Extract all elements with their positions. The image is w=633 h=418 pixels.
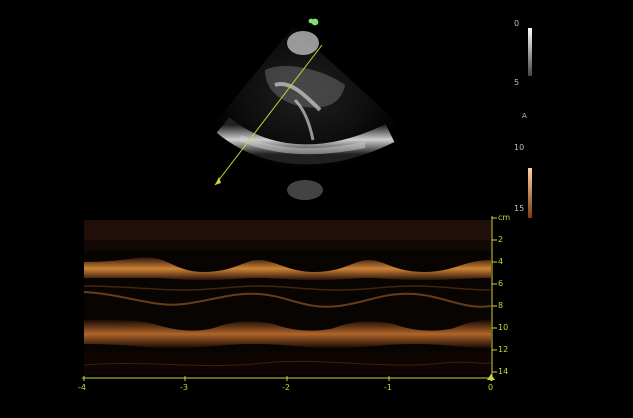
depth-scale-10-label: 10 (514, 143, 525, 152)
depth-tick-2: 2 (498, 235, 504, 244)
depth-tick-4: 4 (498, 257, 504, 266)
depth-scale-15-label: 15 (514, 204, 525, 213)
orange-scale-bar (528, 168, 532, 218)
time-tick-minus-4: -4 (78, 383, 86, 392)
sector-depth-scale: 0 5 10 15 A (500, 16, 540, 216)
depth-scale-marker: A (522, 112, 527, 120)
depth-scale-0-label: 0 (514, 19, 520, 28)
grayscale-bar (528, 28, 532, 76)
depth-scale-5-label: 5 (514, 78, 520, 87)
echo-2d-sector-image (213, 18, 400, 200)
depth-tick-6: 6 (498, 279, 504, 288)
m-mode-depth-axis: cm 2 4 6 8 10 12 14 (490, 213, 520, 381)
depth-tick-10: 10 (498, 323, 509, 332)
time-tick-minus-2: -2 (282, 383, 290, 392)
ultrasound-viewer: 0 5 10 15 A cm 2 4 6 8 10 12 14 -4 -3 -2… (0, 0, 633, 418)
time-tick-minus-3: -3 (180, 383, 188, 392)
time-axis: -4 -3 -2 -1 0 (78, 374, 500, 394)
depth-tick-12: 12 (498, 345, 509, 354)
time-tick-0: 0 (488, 383, 494, 392)
time-axis-ticks (82, 374, 495, 381)
m-mode-image (84, 220, 491, 375)
depth-unit-label: cm (498, 213, 511, 222)
depth-tick-8: 8 (498, 301, 504, 310)
depth-axis-ticks (491, 216, 497, 381)
time-marker-triangle-icon (487, 374, 495, 380)
time-tick-minus-1: -1 (384, 383, 392, 392)
probe-marker-icon (308, 18, 319, 26)
